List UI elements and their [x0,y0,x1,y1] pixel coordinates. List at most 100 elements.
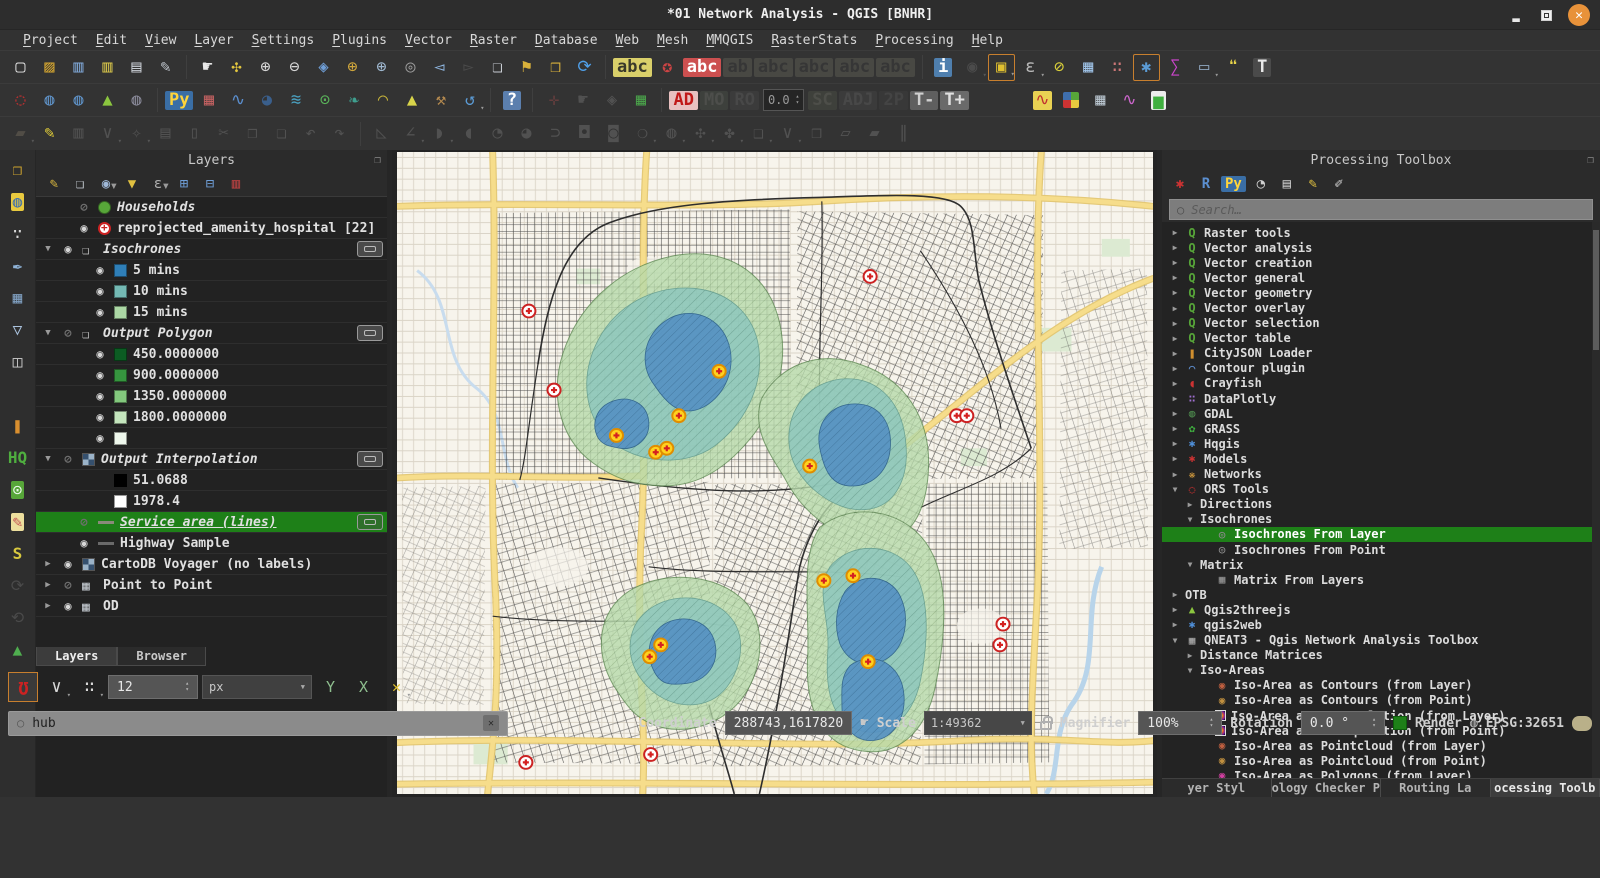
layer-item-service-area-lines-[interactable]: ⊘Service area (lines) [36,512,387,533]
locator-search-input[interactable]: ○ hub ✕ [8,711,508,736]
visibility-eye-icon[interactable]: ⊘ [76,200,92,214]
split-parts-icon[interactable]: ∨▾ [774,120,801,147]
search-plugin-icon[interactable]: ⊙ [5,478,31,502]
modify-attributes-icon[interactable]: ▤ [152,120,179,147]
pan-to-selection-icon[interactable]: ✣ [223,54,250,81]
expander-icon[interactable]: ▶ [1170,304,1180,313]
vertex-tool-icon[interactable]: ✧▾ [123,120,150,147]
visibility-eye-icon[interactable]: ◉ [76,221,92,235]
selected-hospital-marker[interactable] [660,442,673,455]
algorithm-directions[interactable]: ▶Directions [1162,497,1600,512]
magnifier-spinbox[interactable]: 100%▴▾ [1138,711,1222,735]
data-source-manager-icon[interactable]: ❐ [5,158,31,182]
expander-icon[interactable]: ▶ [1170,379,1180,388]
crayfish-leaf-icon[interactable]: ❧ [340,87,367,114]
manage-map-themes-icon[interactable]: ◉▾ [95,173,117,195]
menu-help[interactable]: Help [963,33,1012,48]
maximize-button[interactable] [1541,10,1552,21]
algorithm-raster-tools[interactable]: ▶QRaster tools [1162,225,1600,240]
expander-icon[interactable]: ▼ [42,328,54,338]
r-scripts-tool-icon[interactable]: R [1195,173,1217,195]
map-tips-icon[interactable]: ❝ [1220,54,1247,81]
layer-indicator-badge[interactable] [357,514,383,530]
snapping-units-dropdown[interactable]: px▼ [202,675,312,699]
web-dataset-tool-icon[interactable]: ◍ [5,190,31,214]
mode-t-plus-icon[interactable]: T+ [940,87,968,114]
quill-tool-icon[interactable]: ✒ [5,254,31,278]
expander-icon[interactable]: ▶ [1170,470,1180,479]
label-tool-3-icon[interactable]: abc [795,54,834,81]
remove-layer-icon[interactable]: ▥ [225,173,247,195]
expander-icon[interactable]: ▶ [1170,243,1180,252]
algorithm-iso-area-as-polygons-from-layer-[interactable]: ◉Iso-Area as Polygons (from Layer) [1162,768,1600,778]
expander-icon[interactable]: ▶ [1170,394,1180,403]
algorithm-vector-selection[interactable]: ▶QVector selection [1162,316,1600,331]
expander-icon[interactable]: ▶ [1170,364,1180,373]
topology-edit-icon[interactable]: ◈ [598,87,625,114]
cad-crosshair-icon[interactable]: ✛ [540,87,567,114]
vector-points-tool-icon[interactable]: ∵ [5,222,31,246]
expander-icon[interactable]: ▼ [1170,636,1180,645]
visibility-eye-icon[interactable]: ◉ [60,599,76,613]
float-panel-icon[interactable]: ❐ [374,153,381,166]
visibility-eye-icon[interactable]: ◉ [92,368,108,382]
label-pin-icon[interactable]: ✪ [654,54,681,81]
algorithm-ors-tools[interactable]: ▼◌ORS Tools [1162,482,1600,497]
close-button[interactable]: ✕ [1568,4,1590,26]
plot-curves-tool-icon[interactable]: ∿ [1116,87,1143,114]
filter-legend-icon[interactable]: ▼ [121,173,143,195]
processing-search-input[interactable]: ○ Search… [1169,199,1593,220]
visibility-eye-icon[interactable]: ◉ [92,410,108,424]
delete-part-icon[interactable]: ✣▾ [687,120,714,147]
text-annotation-icon[interactable]: T [1249,54,1276,81]
algorithm-qgis2threejs[interactable]: ▶▲Qgis2threejs [1162,602,1600,617]
crs-status[interactable]: EPSG:32651 [1486,716,1564,731]
zoom-full-icon[interactable]: ◈ [310,54,337,81]
merge-attributes-icon[interactable]: ❒ [803,120,830,147]
copy-features-icon[interactable]: ❐ [239,120,266,147]
edit-features-tool-icon[interactable]: ✎ [1302,173,1324,195]
layer-item-51-0688[interactable]: 51.0688 [36,470,387,491]
algorithm-iso-area-as-pointcloud-from-point-[interactable]: ◉Iso-Area as Pointcloud (from Point) [1162,753,1600,768]
algorithm-gdal[interactable]: ▶◍GDAL [1162,406,1600,421]
algorithm-otb[interactable]: ▶OTB [1162,587,1600,602]
move-label-icon[interactable]: ☛ [569,87,596,114]
expander-icon[interactable]: ▶ [1170,590,1180,599]
results-viewer-tool-icon[interactable]: ▤ [1276,173,1298,195]
menu-view[interactable]: View [136,33,185,48]
search-layers-icon[interactable]: ⊙ [311,87,338,114]
expander-icon[interactable]: ▶ [42,601,54,611]
undo-icon[interactable]: ↶ [297,120,324,147]
expander-icon[interactable]: ▶ [1170,288,1180,297]
undo-geoprocess-icon[interactable]: ↺▾ [456,87,483,114]
layer-item-1350-0000000[interactable]: ◉1350.0000000 [36,386,387,407]
visibility-eye-icon[interactable]: ◉ [76,536,92,550]
messages-icon[interactable] [1572,716,1592,731]
refresh-attribute-table-icon[interactable]: ▦ [627,87,654,114]
history-tool-icon[interactable]: ◔ [1250,173,1272,195]
expander-icon[interactable]: ▶ [1170,620,1180,629]
visibility-eye-icon[interactable]: ◉ [60,557,76,571]
cut-features-icon[interactable]: ✂ [210,120,237,147]
lock-scale-icon[interactable] [1040,721,1052,730]
search-globe-icon[interactable]: ◍ [123,87,150,114]
expander-icon[interactable]: ▶ [42,559,54,569]
extents-icon[interactable]: ☛ [860,715,868,731]
layer-indicator-badge[interactable] [357,451,383,467]
collapse-all-icon[interactable]: ⊟ [199,173,221,195]
menu-project[interactable]: Project [14,33,87,48]
expander-icon[interactable]: ▼ [1170,485,1180,494]
algorithm-vector-general[interactable]: ▶QVector general [1162,270,1600,285]
profile-plot-icon[interactable]: ∿ [224,87,251,114]
hospital-marker[interactable] [519,756,532,769]
algorithm-hqgis[interactable]: ▶✱Hqgis [1162,436,1600,451]
algorithm-vector-geometry[interactable]: ▶QVector geometry [1162,285,1600,300]
dock-tab-yer-styl[interactable]: yer Styl [1162,779,1272,797]
visibility-eye-icon[interactable]: ◉ [92,263,108,277]
processing-toolbox-icon[interactable]: ✱ [1133,54,1160,81]
layer-indicator-badge[interactable] [357,241,383,257]
gdrive-plugin-icon[interactable]: ▲ [5,638,31,662]
layer-item-households[interactable]: ⊘Households [36,197,387,218]
visibility-eye-icon[interactable]: ◉ [92,347,108,361]
expander-icon[interactable]: ▶ [1185,500,1195,509]
